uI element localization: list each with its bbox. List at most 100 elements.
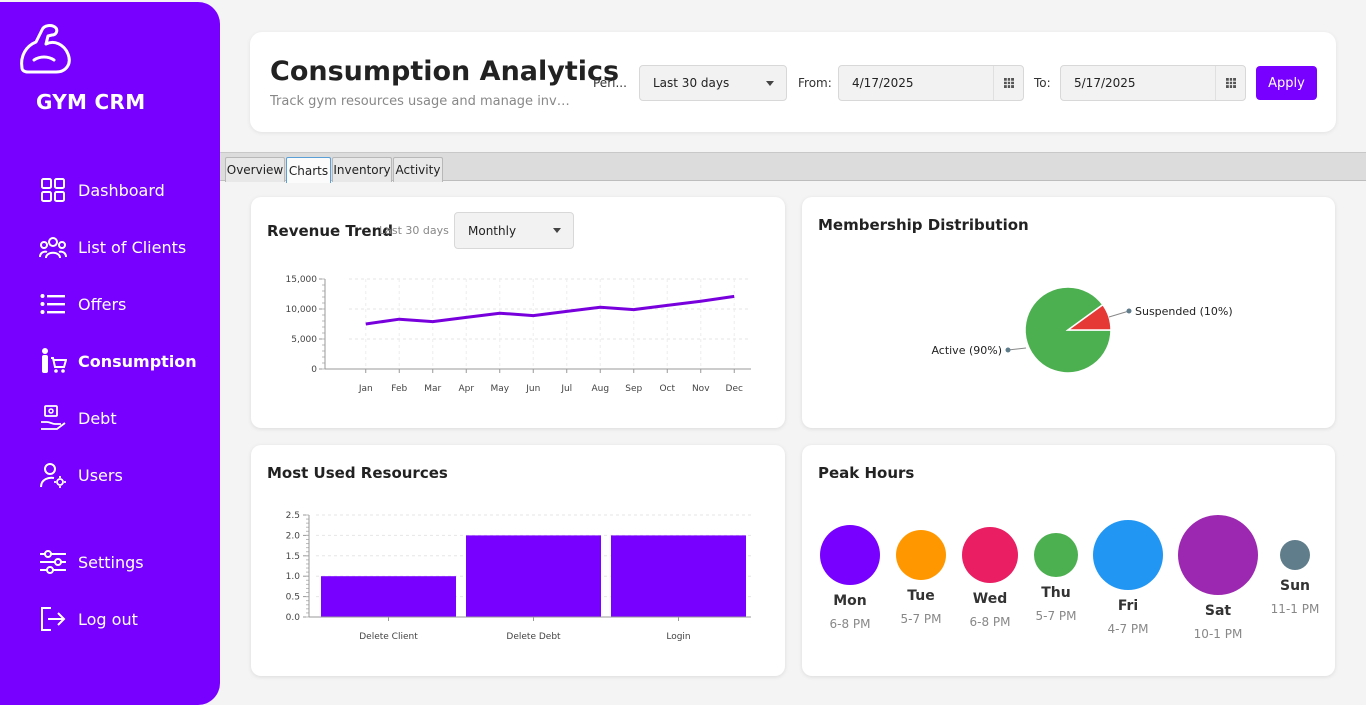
peak-day-label: Fri: [1117, 598, 1139, 614]
revenue-trend-card: Revenue Trend Last 30 days Monthly 0 5,00…: [251, 197, 785, 428]
peak-hours-card: Peak Hours Mon 6-8 PM Tue 5-7 PM Wed 6-8 PM Th…: [802, 445, 1335, 676]
x-tick-label: Login: [666, 632, 690, 642]
x-tick-label: Mar: [424, 384, 441, 394]
x-tick-label: Nov: [692, 384, 710, 394]
sidebar-item-label: Settings: [78, 552, 144, 572]
bar-delete-client: [321, 576, 456, 617]
suspended-label: Suspended (10%): [1135, 305, 1233, 318]
from-date-value: 4/17/2025: [852, 76, 914, 90]
settings-icon: [38, 547, 68, 577]
debt-icon: [38, 403, 68, 433]
header-card: Consumption Analytics Track gym resource…: [250, 32, 1336, 132]
peak-bubble-wed: [962, 527, 1018, 583]
period-select[interactable]: Last 30 days: [639, 65, 787, 101]
x-tick-label: Jan: [358, 384, 373, 394]
calendar-icon[interactable]: [1215, 66, 1245, 100]
sidebar-item-dashboard[interactable]: Dashboard: [38, 173, 165, 207]
suspended-callout-dot: [1126, 308, 1132, 314]
y-tick-label: 0: [311, 365, 317, 375]
membership-pie-chart: Active (90%) Suspended (10%): [931, 286, 1233, 374]
bar-login: [611, 535, 746, 617]
bar-delete-debt: [466, 535, 601, 617]
peak-bubble-sun: [1280, 540, 1310, 570]
y-tick-label: 1.5: [286, 552, 300, 562]
y-tick-label: 2.5: [286, 511, 300, 521]
x-tick-label: Oct: [659, 384, 675, 394]
peak-bubble-fri: [1093, 520, 1163, 590]
y-tick-label: 0.0: [286, 613, 301, 623]
suspended-callout-line: [1108, 310, 1130, 318]
sidebar-item-label: List of Clients: [78, 237, 187, 257]
sidebar-item-label: Consumption: [78, 351, 197, 371]
dashboard-icon: [38, 175, 68, 205]
tab-charts[interactable]: Charts: [286, 157, 331, 183]
x-tick-label: Feb: [391, 384, 407, 394]
x-tick-label: May: [490, 384, 509, 394]
revenue-line-chart: 0 5,000 10,000 15,000 Jan Feb Mar Apr May Jun Jul A…: [286, 275, 751, 394]
peak-day-label: Mon: [833, 593, 867, 609]
logout-icon: [38, 604, 68, 634]
tab-inventory[interactable]: Inventory: [332, 157, 392, 182]
page-title: Consumption Analytics: [270, 56, 620, 87]
users-icon: [38, 460, 68, 490]
y-tick-label: 15,000: [286, 275, 318, 285]
peak-day-label: Tue: [907, 588, 935, 604]
x-tick-label: Aug: [591, 384, 609, 394]
peak-bubble-sat: [1178, 515, 1258, 595]
active-callout-line: [1007, 347, 1027, 351]
sidebar-item-label: Offers: [78, 294, 127, 314]
peak-bubble-mon: [820, 525, 880, 585]
sidebar-item-users[interactable]: Users: [38, 458, 123, 492]
peak-time-label: 5-7 PM: [900, 612, 942, 626]
calendar-icon[interactable]: [993, 66, 1023, 100]
peak-time-label: 5-7 PM: [1035, 609, 1077, 623]
peak-time-label: 6-8 PM: [829, 617, 871, 631]
peak-hours-title: Peak Hours: [818, 464, 915, 482]
resources-bar-chart: 0.0 0.5 1.0 1.5 2.0 2.5 Delete Client Delete De…: [286, 511, 751, 642]
sidebar-item-settings[interactable]: Settings: [38, 545, 144, 579]
peak-time-label: 4-7 PM: [1107, 622, 1149, 636]
to-date-picker[interactable]: 5/17/2025: [1060, 65, 1246, 101]
tab-activity[interactable]: Activity: [393, 157, 443, 182]
y-tick-label: 0.5: [286, 593, 300, 603]
x-tick-label: Dec: [726, 384, 743, 394]
sidebar-item-offers[interactable]: Offers: [38, 287, 126, 321]
period-label: Peri...: [593, 76, 627, 90]
sidebar-item-label: Log out: [78, 609, 138, 629]
sidebar-item-consumption[interactable]: Consumption: [38, 344, 197, 378]
sidebar-item-debt[interactable]: Debt: [38, 401, 117, 435]
from-date-picker[interactable]: 4/17/2025: [838, 65, 1024, 101]
most-used-resources-card: Most Used Resources 0.0 0.5 1.0 1.5 2.0 2.5 De…: [251, 445, 785, 676]
x-tick-label: Delete Client: [359, 632, 418, 642]
y-tick-label: 1.0: [286, 572, 301, 582]
tab-overview[interactable]: Overview: [225, 157, 285, 182]
flexed-arm-logo-icon: [18, 22, 74, 76]
to-label: To:: [1034, 76, 1051, 90]
y-tick-label: 2.0: [286, 531, 301, 541]
tab-bar: Overview Charts Inventory Activity: [220, 152, 1366, 183]
revenue-series-line: [365, 294, 735, 326]
peak-day-label: Thu: [1041, 585, 1071, 601]
brand-name: GYM CRM: [36, 90, 146, 114]
y-tick-label: 5,000: [291, 335, 317, 345]
sidebar-item-list-of-clients[interactable]: List of Clients: [38, 230, 186, 264]
sidebar-item-label: Dashboard: [78, 180, 165, 200]
sidebar-item-label: Users: [78, 465, 123, 485]
x-tick-label: Jul: [560, 384, 572, 394]
peak-bubble-tue: [896, 530, 946, 580]
offers-icon: [38, 289, 68, 319]
x-tick-label: Jun: [525, 384, 540, 394]
chevron-down-icon: [766, 81, 774, 86]
consumption-icon: [38, 346, 68, 376]
page-subtitle: Track gym resources usage and manage inv…: [270, 94, 570, 109]
apply-button[interactable]: Apply: [1256, 66, 1317, 100]
peak-bubble-thu: [1034, 533, 1078, 577]
clients-icon: [38, 232, 68, 262]
active-label: Active (90%): [931, 344, 1002, 357]
from-label: From:: [798, 76, 832, 90]
peak-time-label: 10-1 PM: [1193, 627, 1243, 641]
sidebar-item-log-out[interactable]: Log out: [38, 602, 138, 636]
active-callout-dot: [1005, 347, 1011, 353]
membership-distribution-card: Membership Distribution Active (90%) Susp…: [802, 197, 1335, 428]
x-tick-label: Delete Debt: [506, 632, 561, 642]
